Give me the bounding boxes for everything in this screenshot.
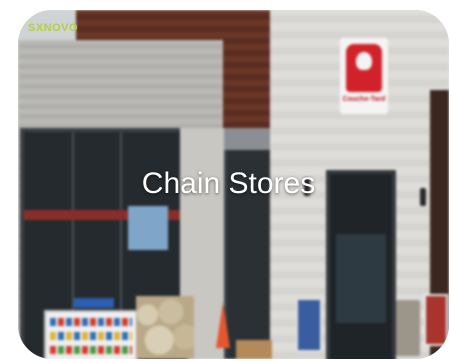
store-sign: Couche-Tard: [340, 38, 388, 114]
tile-title: Chain Stores: [141, 167, 316, 200]
drinks-rack: [44, 310, 138, 359]
door-glass: [336, 234, 386, 323]
sidewalk-sign: [296, 298, 322, 352]
sidewalk-sign: [424, 294, 448, 346]
rooster-logo-icon: [346, 44, 382, 92]
rack-shelf: [50, 346, 132, 354]
category-tile[interactable]: Couche-Tard SXNOVO Chain Stores: [18, 10, 449, 359]
rack-shelf: [50, 332, 132, 340]
cardboard-box: [236, 340, 272, 359]
rack-shelf: [50, 318, 132, 326]
window-poster: [128, 206, 168, 250]
traffic-cone: [216, 302, 230, 348]
trash-bin: [396, 300, 420, 356]
store-sign-text: Couche-Tard: [342, 96, 386, 103]
rack-sign: [74, 298, 114, 308]
watermark-logo: SXNOVO: [28, 22, 79, 34]
ice-bags: [136, 296, 194, 359]
